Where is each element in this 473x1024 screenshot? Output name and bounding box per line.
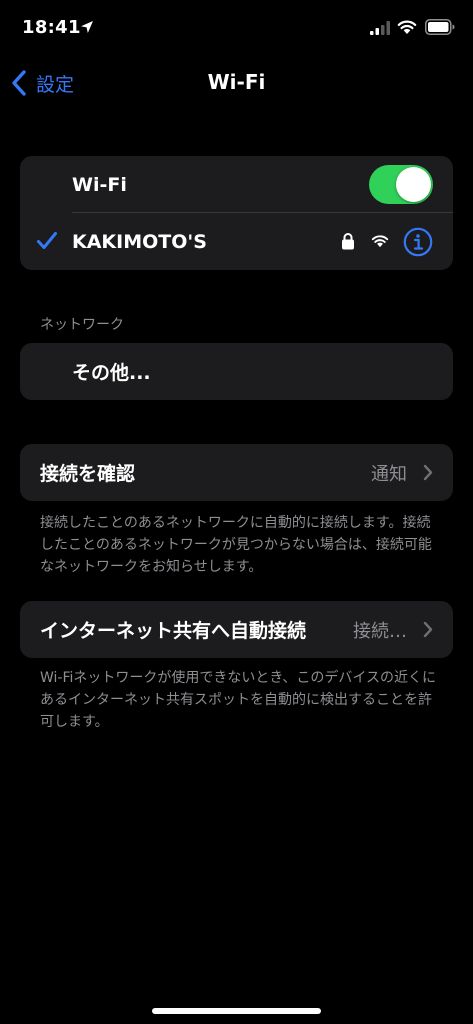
networks-section-header: ネットワーク <box>40 317 124 333</box>
location-arrow-icon <box>81 21 93 33</box>
auto-join-hotspot-row[interactable]: インターネット共有へ自動接続 接続… <box>20 601 453 658</box>
auto-join-hotspot-footer: Wi-Fiネットワークが使用できないとき、このデバイスの近くにあるインターネット… <box>40 670 436 730</box>
ask-to-join-label: 接続を確認 <box>40 463 136 485</box>
home-indicator[interactable] <box>152 1008 321 1014</box>
checkmark-icon <box>37 232 57 249</box>
auto-join-hotspot-group: インターネット共有へ自動接続 接続… <box>20 601 453 658</box>
ask-to-join-group: 接続を確認 通知 <box>20 444 453 501</box>
info-icon[interactable] <box>403 227 433 257</box>
auto-join-hotspot-label: インターネット共有へ自動接続 <box>40 620 307 642</box>
cellular-signal-icon <box>370 21 390 35</box>
wifi-toggle-label: Wi-Fi <box>72 173 127 196</box>
wifi-group: Wi-Fi KAKIMOTO'S <box>20 156 453 270</box>
page-title: Wi-Fi <box>207 70 266 94</box>
connected-network-row[interactable]: KAKIMOTO'S <box>20 213 453 270</box>
auto-join-hotspot-value: 接続… <box>353 620 407 642</box>
lock-icon <box>342 233 354 250</box>
chevron-right-icon <box>423 464 433 481</box>
wifi-icon <box>397 20 417 34</box>
chevron-right-icon <box>423 621 433 638</box>
status-bar: 18:41 <box>0 0 473 60</box>
wifi-toggle-row: Wi-Fi <box>20 156 453 213</box>
network-wifi-icon <box>371 235 389 248</box>
network-name: KAKIMOTO'S <box>72 230 207 253</box>
battery-icon <box>425 19 455 35</box>
status-time: 18:41 <box>22 17 81 38</box>
other-network-row[interactable]: その他... <box>20 343 453 400</box>
wifi-toggle[interactable] <box>369 165 433 204</box>
toggle-knob <box>396 167 431 202</box>
ask-to-join-row[interactable]: 接続を確認 通知 <box>20 444 453 501</box>
other-network-group: その他... <box>20 343 453 400</box>
ask-to-join-value: 通知 <box>371 463 407 485</box>
other-network-label: その他... <box>72 362 151 384</box>
ask-to-join-footer: 接続したことのあるネットワークに自動的に接続します。接続したことのあるネットワー… <box>40 515 432 575</box>
